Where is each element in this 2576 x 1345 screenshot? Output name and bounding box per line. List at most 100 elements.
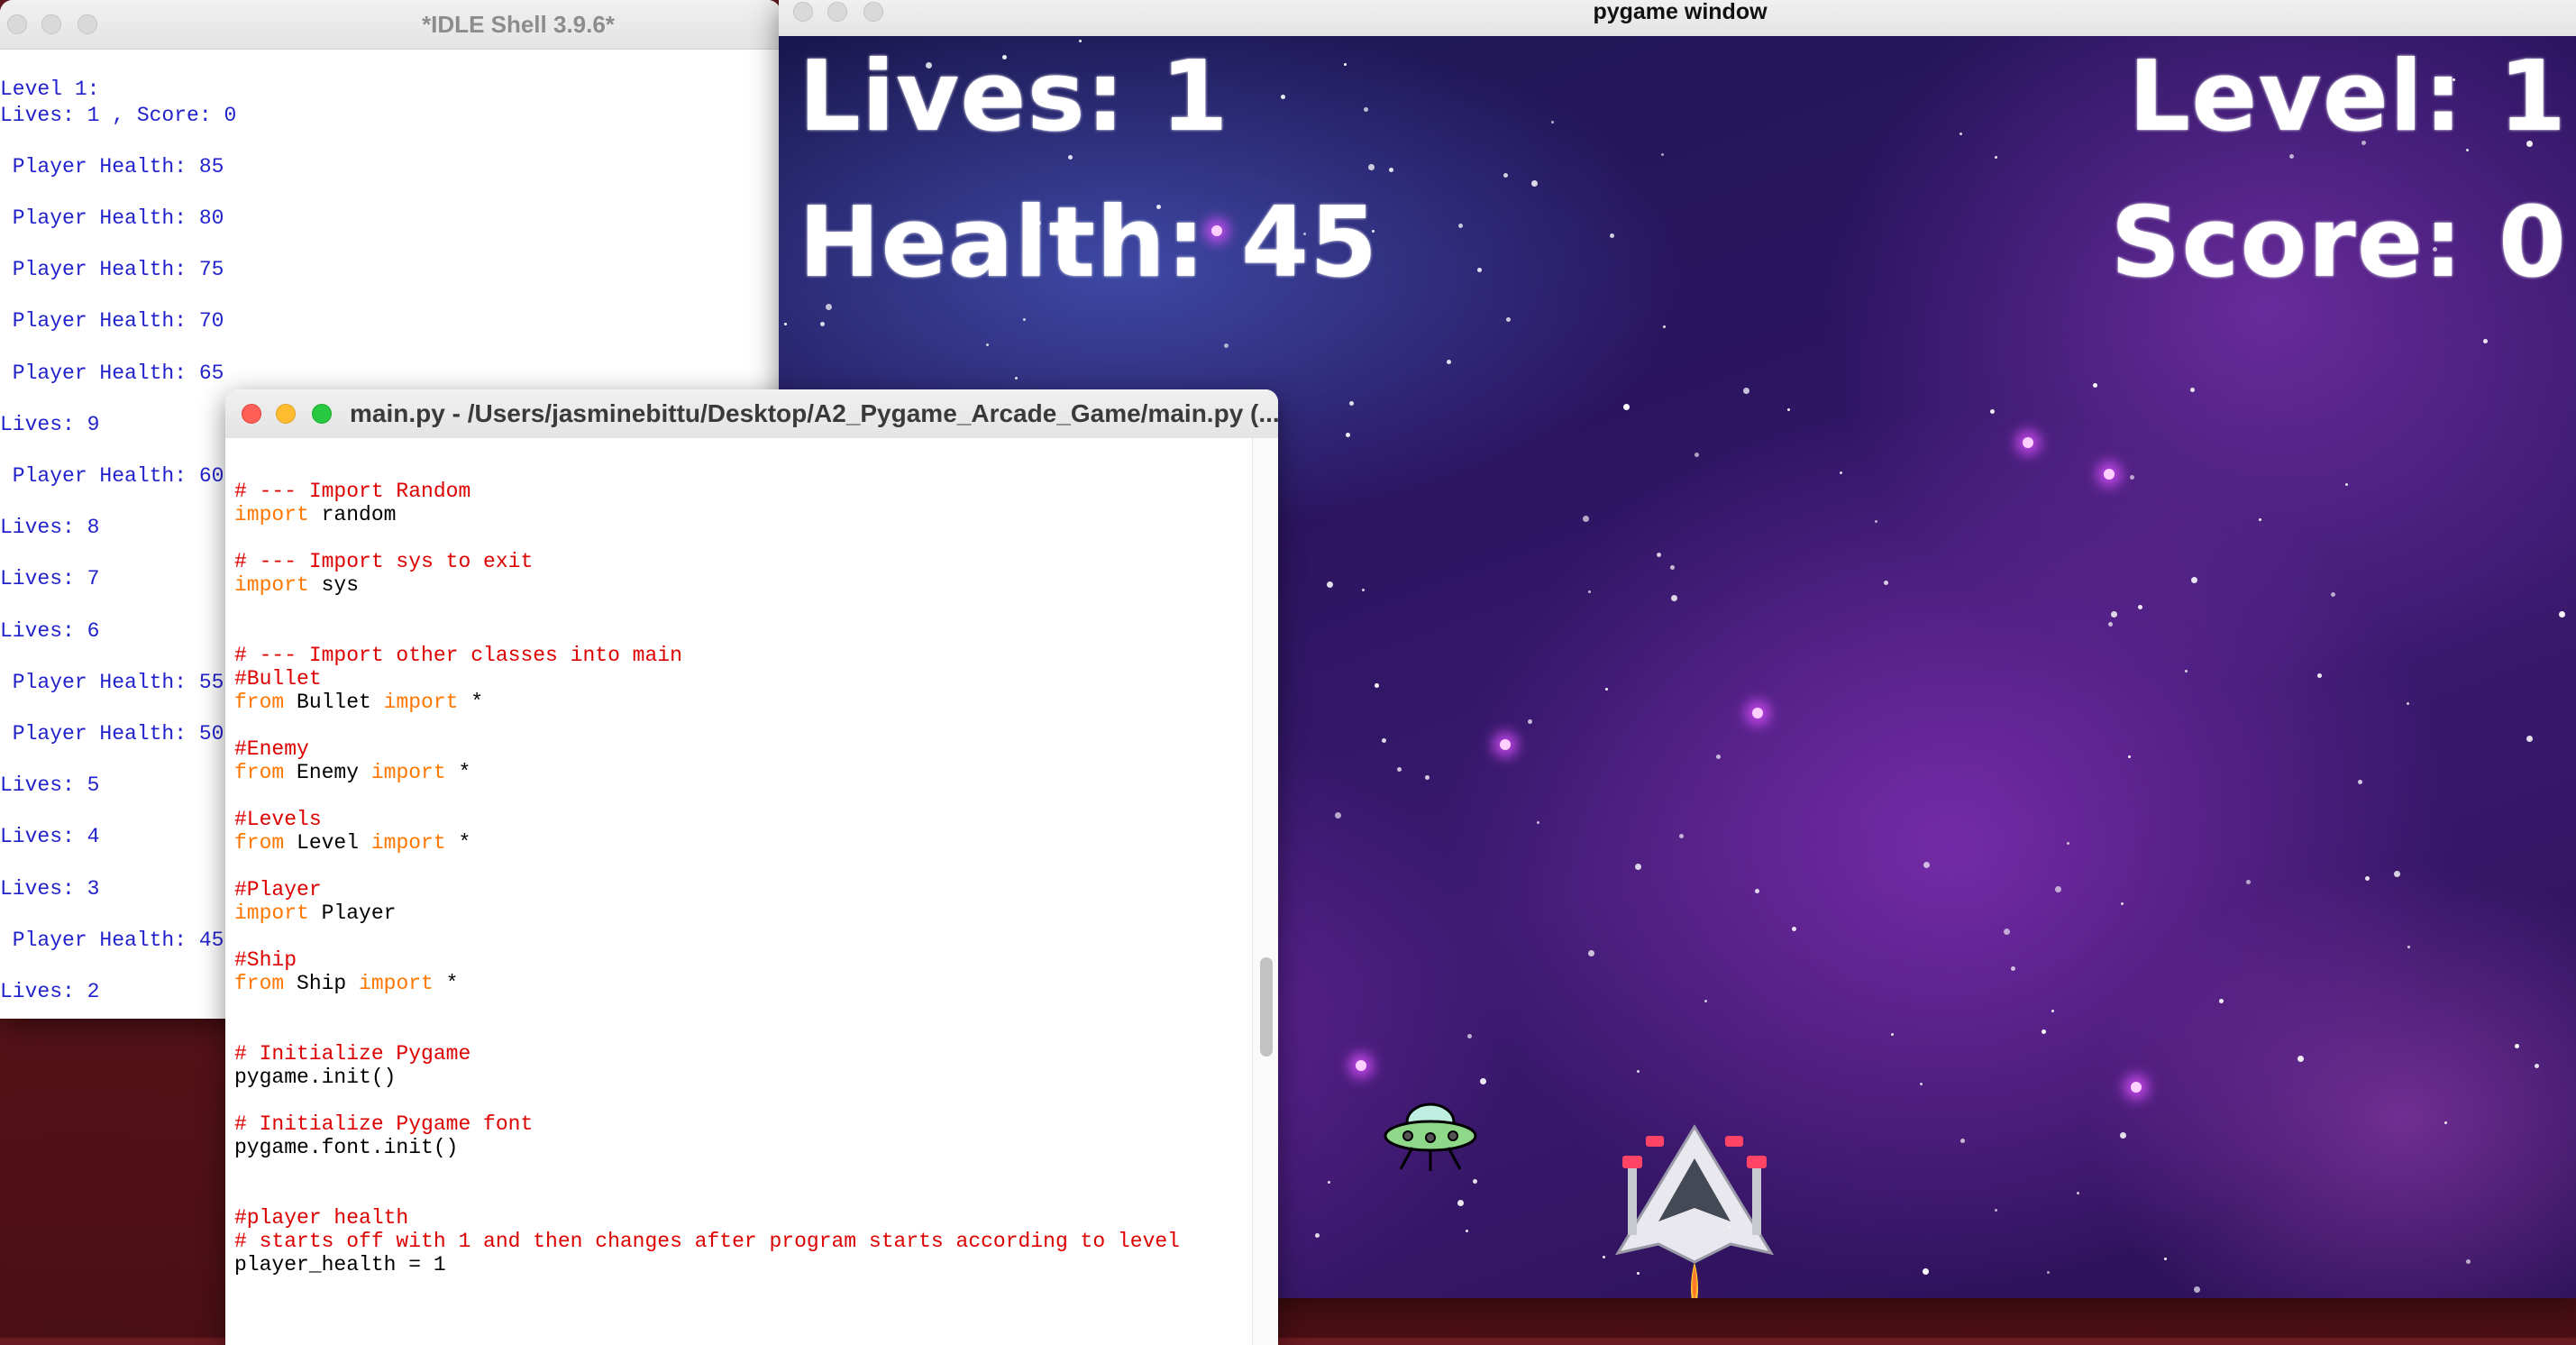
minimize-icon[interactable] [276,404,296,424]
code-identifier: * [433,972,459,995]
star-icon [2483,339,2488,343]
shell-output-line: Lives: 9 [0,412,100,436]
star-icon [2466,149,2469,151]
star-icon [2042,1029,2046,1034]
code-comment: # starts off with 1 and then changes aft… [234,1230,1180,1253]
star-icon [1364,107,1368,112]
star-icon [2108,622,2113,627]
scrollbar-thumb[interactable] [1260,957,1273,1057]
star-icon [1923,862,1930,868]
star-icon [2453,78,2455,81]
code-line: # --- Import other classes into main [234,644,682,667]
star-icon [2191,577,2197,583]
code-line: from Level import * [234,831,470,855]
code-keyword: import [234,503,309,526]
zoom-icon[interactable] [312,404,332,424]
star-icon [1583,516,1589,522]
code-identifier: Bullet [284,691,384,714]
star-icon [1037,221,1041,225]
star-icon [1467,1034,1472,1038]
star-icon [1077,223,1082,227]
star-icon [1349,401,1354,406]
code-keyword: import [370,761,446,784]
star-icon [1588,590,1591,593]
star-icon [1023,318,1026,321]
shell-output-line: Player Health: 50 [0,722,224,746]
close-icon[interactable] [242,404,261,424]
star-icon [1477,268,1482,272]
shell-output-line: Lives: 5 [0,773,100,798]
idle-titlebar[interactable]: *IDLE Shell 3.9.6* [0,0,781,50]
star-icon [2407,946,2410,948]
shell-output-line: Lives: 3 [0,876,100,901]
code-line: #Levels [234,808,322,831]
code-identifier: Level [284,831,371,855]
star-icon [1389,168,1393,172]
code-keyword: from [234,691,285,714]
code-keyword: import [383,691,459,714]
star-icon [2407,702,2409,705]
star-icon [931,242,934,244]
star-icon [1704,1000,1707,1002]
code-identifier: * [445,831,471,855]
star-icon [1960,1139,1965,1143]
editor-window-title: main.py - /Users/jasminebittu/Desktop/A2… [350,399,1278,427]
star-icon [2365,876,2370,881]
star-icon [2194,1286,2200,1293]
code-line: # starts off with 1 and then changes aft… [234,1230,1180,1253]
star-icon [2559,611,2565,618]
code-comment: #Bullet [234,667,322,691]
shell-output-line: Player Health: 70 [0,309,224,334]
star-icon [826,304,832,310]
star-icon [1281,95,1285,99]
code-line: pygame.font.init() [234,1136,459,1159]
code-keyword: import [234,573,309,597]
star-icon [1528,719,1532,724]
star-icon [1531,180,1538,187]
code-keyword: from [234,761,285,784]
shell-output-line: Player Health: 80 [0,206,224,230]
code-line: # --- Import Random [234,480,470,503]
code-editor[interactable]: # --- Import Random import random # --- Im… [225,438,1278,1345]
star-icon [1002,55,1007,59]
code-comment: # --- Import other classes into main [234,644,682,667]
star-icon [1346,433,1350,437]
editor-scrollbar[interactable] [1252,438,1278,1345]
star-icon [2004,929,2010,935]
star-icon [1537,821,1539,824]
code-identifier: Enemy [284,761,371,784]
star-icon [2093,383,2097,388]
code-identifier: Player [308,901,397,925]
pygame-titlebar[interactable]: pygame window [779,0,2576,37]
code-line: #Ship [234,948,297,972]
star-icon [811,266,818,272]
shell-output-line: Player Health: 45 [0,928,224,952]
star-icon [1303,233,1306,235]
star-icon [1327,581,1333,588]
star-icon [2515,1044,2519,1048]
glowing-star-icon [1500,739,1511,750]
code-line: # Initialize Pygame [234,1042,470,1066]
code-comment: # Initialize Pygame font [234,1112,534,1136]
star-icon [2317,673,2322,678]
glowing-star-icon [2023,437,2033,448]
code-identifier: Ship [284,972,360,995]
shell-output-line: Lives: 8 [0,516,100,540]
score-hud: Score: 0 [2110,187,2567,299]
editor-titlebar[interactable]: main.py - /Users/jasminebittu/Desktop/A2… [225,389,1278,439]
star-icon [2130,475,2134,480]
star-icon [2535,1064,2539,1068]
star-icon [1995,1209,1997,1212]
shell-output-line: Level 1: [0,78,100,101]
star-icon [1458,224,1463,228]
star-icon [1425,775,1430,780]
shell-output-line: Lives: 1 , Score: 0 [0,103,237,127]
code-line: import Player [234,901,396,925]
star-icon [2526,141,2533,147]
star-icon [1362,589,1365,591]
star-icon [2394,871,2400,877]
star-icon [1015,377,1018,380]
code-line: #Player [234,878,322,901]
shell-output-line: Lives: 7 [0,567,100,591]
star-icon [1884,581,1888,585]
